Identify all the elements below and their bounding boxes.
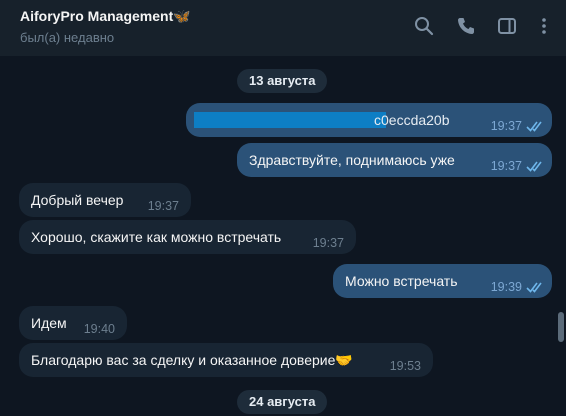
chat-status: был(а) недавно xyxy=(20,30,115,45)
chat-header: AiforyPro Management🦋 был(а) недавно xyxy=(0,0,566,56)
message-text: c0eccda20b xyxy=(374,112,450,128)
message-time: 19:39 xyxy=(490,280,522,294)
message-time: 19:37 xyxy=(312,236,344,250)
message-text: Добрый вечер xyxy=(31,192,124,208)
butterfly-emoji: 🦋 xyxy=(173,8,191,24)
phone-icon xyxy=(458,18,474,34)
incoming-message[interactable]: Благодарю вас за сделку и оказанное дове… xyxy=(19,343,433,377)
double-check-icon xyxy=(526,282,542,293)
more-button[interactable] xyxy=(534,16,554,36)
message-time: 19:53 xyxy=(389,359,421,373)
incoming-message[interactable]: Идем 19:40 xyxy=(19,306,127,340)
redaction-bar xyxy=(194,112,386,128)
scrollbar-thumb[interactable] xyxy=(558,312,564,342)
double-check-icon xyxy=(526,121,542,132)
message-time: 19:37 xyxy=(490,159,522,173)
outgoing-message[interactable]: c0eccda20b 19:37 xyxy=(186,103,552,137)
more-icon xyxy=(542,18,546,34)
message-list[interactable]: 13 августа c0eccda20b 19:37 Здравствуйте… xyxy=(0,56,566,416)
call-button[interactable] xyxy=(456,16,476,36)
double-check-icon xyxy=(526,161,542,172)
sidebar-toggle-button[interactable] xyxy=(497,16,517,36)
message-time: 19:40 xyxy=(83,322,115,336)
chat-title-text: AiforyPro Management xyxy=(20,8,174,24)
message-text: Можно встречать xyxy=(345,273,458,289)
message-text: Хорошо, скажите как можно встречать xyxy=(31,229,282,245)
message-time: 19:37 xyxy=(490,119,522,133)
message-text: Благодарю вас за сделку и оказанное дове… xyxy=(31,352,353,368)
date-separator: 13 августа xyxy=(237,69,328,93)
chat-title[interactable]: AiforyPro Management🦋 xyxy=(20,6,191,26)
outgoing-message[interactable]: Можно встречать 19:39 xyxy=(333,264,552,298)
search-button[interactable] xyxy=(414,16,434,36)
message-time: 19:37 xyxy=(147,199,179,213)
message-text: Здравствуйте, поднимаюсь уже xyxy=(249,152,455,168)
search-icon xyxy=(415,17,434,36)
incoming-message[interactable]: Добрый вечер 19:37 xyxy=(19,183,191,217)
sidebar-toggle-icon xyxy=(498,18,516,34)
outgoing-message[interactable]: Здравствуйте, поднимаюсь уже 19:37 xyxy=(237,143,552,177)
message-text: Идем xyxy=(31,315,67,331)
chat-info[interactable]: AiforyPro Management🦋 был(а) недавно xyxy=(20,6,191,48)
incoming-message[interactable]: Хорошо, скажите как можно встречать 19:3… xyxy=(19,220,356,254)
date-separator: 24 августа xyxy=(237,390,328,414)
